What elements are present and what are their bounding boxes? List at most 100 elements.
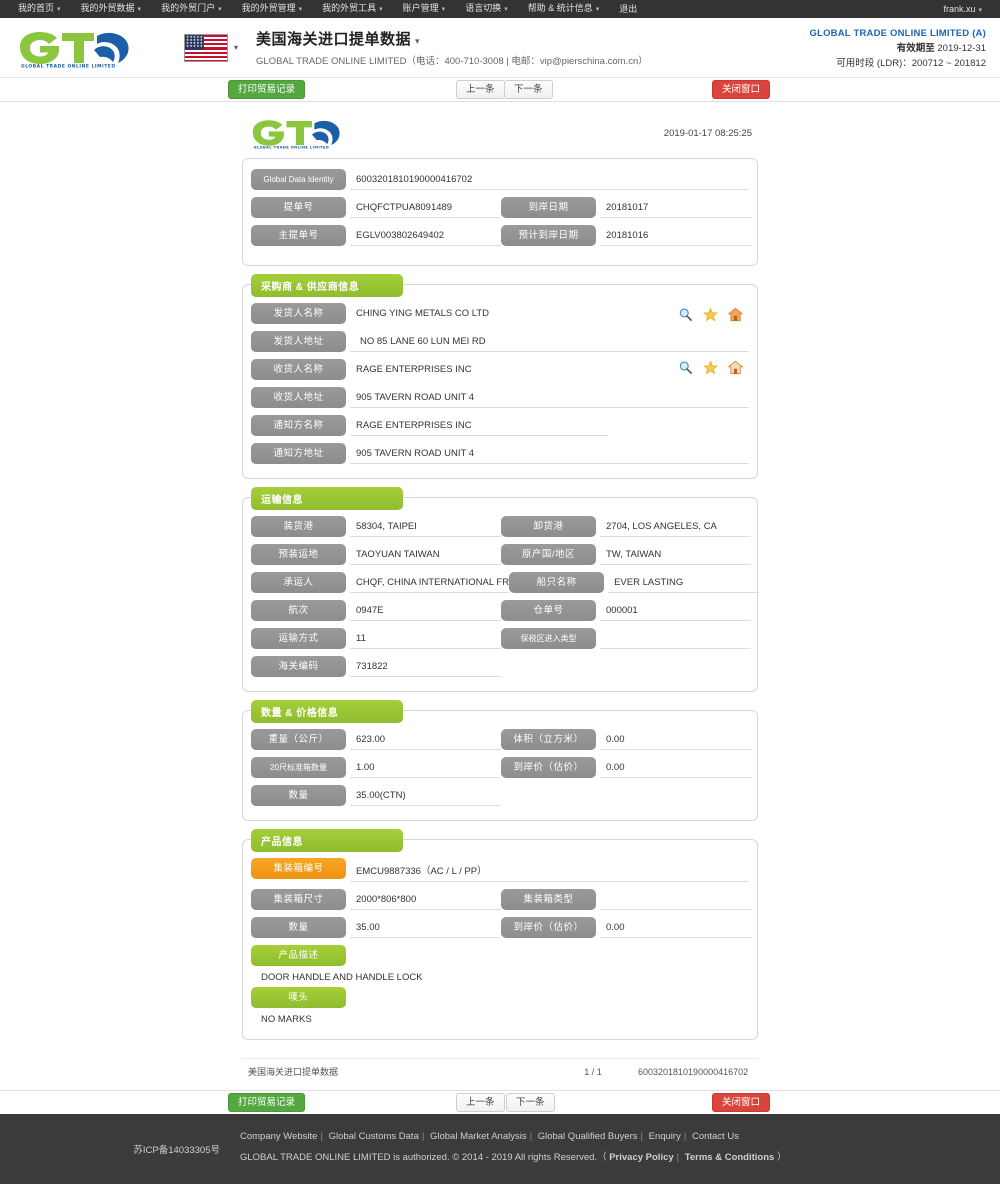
value-weight-kg: 623.00 <box>350 729 501 750</box>
nav-item-label: 我的外贸工具 <box>322 3 377 13</box>
value-transport-mode: 11 <box>350 628 501 649</box>
product-row-container-no: 集装箱编号 EMCU9887336（AC / L / PP） <box>251 858 749 882</box>
value-notify-party-name: RAGE ENTERPRISES INC <box>350 415 608 436</box>
label-global-data-identity: Global Data Identity <box>251 169 346 190</box>
home-icon[interactable] <box>728 360 743 375</box>
value-quantity: 35.00(CTN) <box>350 785 501 806</box>
consignee-action-icons <box>678 360 743 375</box>
label-shipping-marks: 唛头 <box>251 987 346 1008</box>
separator: | <box>640 1131 643 1142</box>
transport-row-mode: 运输方式 11 保税区进入类型 <box>251 628 751 649</box>
nav-item-label: 我的外贸管理 <box>241 3 296 13</box>
separator: | <box>676 1152 680 1163</box>
value-shipper-address: NO 85 LANE 60 LUN MEI RD <box>350 331 749 352</box>
shipper-action-icons <box>678 307 743 322</box>
footer-link-privacy-policy[interactable]: Privacy Policy <box>609 1152 673 1163</box>
chevron-down-icon: ▾ <box>298 6 303 13</box>
label-notify-party-address: 通知方地址 <box>251 443 346 464</box>
value-cif-estimate: 0.00 <box>600 757 751 778</box>
page-title[interactable]: 美国海关进口提单数据 ▾ <box>256 28 648 49</box>
value-consignee-address: 905 TAVERN ROAD UNIT 4 <box>350 387 749 408</box>
footer-link-global-market-analysis[interactable]: Global Market Analysis <box>430 1131 527 1142</box>
label-shipper-address: 发货人地址 <box>251 331 346 352</box>
quantity-row-weight: 重量（公斤） 623.00 体积（立方米） 0.00 <box>251 729 751 750</box>
parties-row-notify-address: 通知方地址 905 TAVERN ROAD UNIT 4 <box>251 443 749 464</box>
toolbar-bottom: 打印贸易记录 上一条 下一条 关闭窗口 <box>0 1090 1000 1114</box>
transport-row-hs-code: 海关编码 731822 <box>251 656 749 677</box>
site-header: GLOBAL TRADE ONLINE LIMITED ★★★★★ ★★★★★ ★★… <box>0 18 1000 78</box>
footer-link-company-website[interactable]: Company Website <box>240 1131 317 1142</box>
top-navigation-bar: 我的首页 ▾ 我的外贸数据 ▾ 我的外贸门户 ▾ 我的外贸管理 ▾ 我的外贸工具 ▾ 账户… <box>0 0 1000 18</box>
page-title-block: 美国海关进口提单数据 ▾ GLOBAL TRADE ONLINE LIMITED（… <box>256 28 648 67</box>
search-icon[interactable] <box>678 360 693 375</box>
parties-row-consignee-address: 收货人地址 905 TAVERN ROAD UNIT 4 <box>251 387 749 408</box>
value-shipping-marks: NO MARKS <box>261 1014 312 1025</box>
footer-link-contact-us[interactable]: Contact Us <box>692 1131 739 1142</box>
nav-item-help-stats[interactable]: 帮助 & 统计信息 ▾ <box>518 0 610 19</box>
identity-row-bill-no: 提单号 CHQFCTPUA8091489 到岸日期 20181017 <box>251 197 751 218</box>
nav-item-label: 我的外贸门户 <box>161 3 216 13</box>
label-cif-estimate: 到岸价（估价） <box>501 757 596 778</box>
value-product-cif-estimate: 0.00 <box>600 917 751 938</box>
label-product-description: 产品描述 <box>251 945 346 966</box>
parties-row-notify-name: 通知方名称 RAGE ENTERPRISES INC <box>251 415 749 436</box>
document-timestamp: 2019-01-17 08:25:25 <box>663 127 752 139</box>
page-footer: 苏ICP备14033305号 Company Website | Global C… <box>0 1114 1000 1184</box>
gto-logo-icon: GLOBAL TRADE ONLINE LIMITED <box>252 120 340 150</box>
value-product-quantity: 35.00 <box>350 917 501 938</box>
quantity-price-panel: 数量 & 价格信息 重量（公斤） 623.00 体积（立方米） 0.00 20尺标准… <box>242 700 758 821</box>
account-ldr: 可用时段 (LDR)：200712 ~ 201812 <box>836 58 986 69</box>
label-arrival-date: 到岸日期 <box>501 197 596 218</box>
nav-item-language-switch[interactable]: 语言切换 ▾ <box>455 0 518 19</box>
value-container-number: EMCU9887336（AC / L / PP） <box>350 858 749 882</box>
value-product-description: DOOR HANDLE AND HANDLE LOCK <box>261 972 423 983</box>
label-vessel-name: 船只名称 <box>509 572 605 593</box>
transport-row-origin: 预装运地 TAOYUAN TAIWAN 原产国/地区 TW, TAIWAN <box>251 544 751 565</box>
gto-logo[interactable]: GLOBAL TRADE ONLINE LIMITED <box>14 28 154 68</box>
product-panel: 产品信息 集装箱编号 EMCU9887336（AC / L / PP） 集装箱尺… <box>242 829 758 1040</box>
parties-row-shipper-address: 发货人地址 NO 85 LANE 60 LUN MEI RD <box>251 331 749 352</box>
nav-item-trade-portal[interactable]: 我的外贸门户 ▾ <box>151 0 232 19</box>
close-window-button[interactable]: 关闭窗口 <box>712 79 771 100</box>
value-container-type <box>600 889 751 910</box>
value-voyage: 0947E <box>350 600 501 621</box>
separator: | <box>320 1131 323 1142</box>
print-trade-record-button[interactable]: 打印贸易记录 <box>228 79 306 100</box>
quantity-price-panel-title: 数量 & 价格信息 <box>251 700 403 723</box>
country-selector[interactable]: ★★★★★★★★★★★★★★★★★★★★★★★★ ▾ <box>184 33 238 62</box>
nav-item-account-management[interactable]: 账户管理 ▾ <box>393 0 456 19</box>
nav-item-trade-tools[interactable]: 我的外贸工具 ▾ <box>312 0 393 19</box>
previous-record-button[interactable]: 上一条 <box>456 79 505 100</box>
label-bonded-entry-type: 保税区进入类型 <box>501 628 596 649</box>
gto-logo-icon: GLOBAL TRADE ONLINE LIMITED <box>20 31 129 68</box>
label-product-quantity: 数量 <box>251 917 346 938</box>
nav-item-trade-data[interactable]: 我的外贸数据 ▾ <box>71 0 152 19</box>
icp-license: 苏ICP备14033305号 <box>133 1145 220 1156</box>
value-vessel-name: EVER LASTING <box>608 572 760 593</box>
chevron-down-icon: ▾ <box>978 7 982 14</box>
nav-item-home[interactable]: 我的首页 ▾ <box>8 0 71 19</box>
value-discharge-port: 2704, LOS ANGELES, CA <box>600 516 751 537</box>
document-footer-title: 美国海关进口提单数据 <box>248 1067 339 1077</box>
nav-item-trade-management[interactable]: 我的外贸管理 ▾ <box>232 0 313 19</box>
home-icon[interactable] <box>728 307 743 322</box>
value-master-bill-number: EGLV003802649402 <box>350 225 501 246</box>
search-icon[interactable] <box>678 307 693 322</box>
next-record-button[interactable]: 下一条 <box>504 79 553 100</box>
nav-item-label: 帮助 & 统计信息 <box>527 3 593 13</box>
star-icon[interactable] <box>703 360 718 375</box>
footer-link-global-customs-data[interactable]: Global Customs Data <box>329 1131 419 1142</box>
parties-row-shipper-name: 发货人名称 CHING YING METALS CO LTD <box>251 303 749 324</box>
document-footer-identity: 6003201810190000416702 <box>638 1066 749 1077</box>
nav-item-logout[interactable]: 退出 <box>609 0 647 18</box>
footer-link-global-qualified-buyers[interactable]: Global Qualified Buyers <box>538 1131 638 1142</box>
star-icon[interactable] <box>703 307 718 322</box>
user-menu-label: frank.xu <box>943 4 976 14</box>
user-menu[interactable]: frank.xu ▾ <box>933 4 992 14</box>
label-shipper-name: 发货人名称 <box>251 303 346 324</box>
document-header: GLOBAL TRADE ONLINE LIMITED 2019-01-17 0… <box>242 116 758 158</box>
label-weight-kg: 重量（公斤） <box>251 729 346 750</box>
footer-link-terms-conditions[interactable]: Terms & Conditions <box>685 1152 775 1163</box>
label-carrier: 承运人 <box>251 572 346 593</box>
footer-link-enquiry[interactable]: Enquiry <box>649 1131 681 1142</box>
